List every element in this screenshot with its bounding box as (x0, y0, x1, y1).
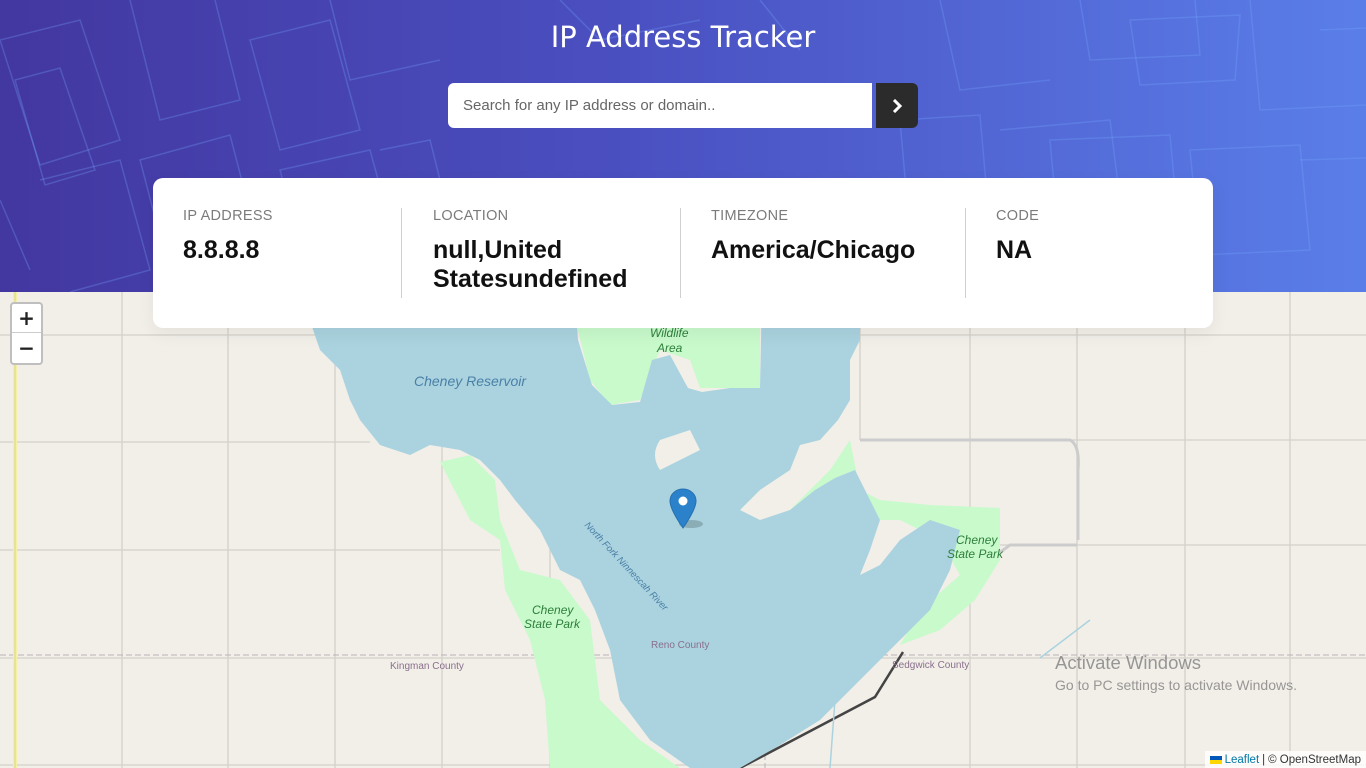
map-label-area: Area (657, 341, 683, 355)
location-label: LOCATION (433, 208, 509, 224)
zoom-in-button[interactable]: + (12, 304, 41, 333)
watermark-title: Activate Windows (1055, 652, 1201, 673)
timezone-value: America/Chicago (711, 236, 916, 264)
map-label-park-west-1: Cheney (532, 603, 574, 617)
map-pin-icon[interactable] (669, 488, 713, 532)
map-view[interactable]: Wildlife Area Cheney Reservoir North For… (0, 292, 1366, 768)
search-form (448, 83, 918, 128)
map-label-reservoir: Cheney Reservoir (414, 373, 527, 389)
timezone-label: TIMEZONE (711, 208, 789, 224)
osm-credit: © OpenStreetMap (1268, 753, 1361, 766)
code-section: CODE NA (996, 208, 1039, 265)
divider (680, 208, 681, 298)
ip-address-section: IP ADDRESS 8.8.8.8 (183, 208, 273, 265)
zoom-out-button[interactable]: − (12, 333, 41, 362)
map-label-kingman-county: Kingman County (390, 661, 464, 672)
attribution-separator: | (1262, 753, 1266, 766)
map-attribution: Leaflet | © OpenStreetMap (1204, 751, 1366, 768)
page-title: IP Address Tracker (550, 20, 816, 54)
location-value: null,United Statesundefined (433, 236, 627, 294)
code-label: CODE (996, 208, 1040, 224)
map-label-reno-county: Reno County (651, 640, 710, 651)
search-submit-button[interactable] (876, 83, 918, 128)
divider (401, 208, 402, 298)
activation-watermark: Activate Windows Go to PC settings to ac… (1055, 652, 1297, 693)
map-label-wildlife: Wildlife (650, 326, 689, 340)
zoom-control: + − (10, 302, 43, 365)
map-label-park-east-2: State Park (947, 547, 1004, 561)
code-value: NA (996, 236, 1033, 264)
location-value-line2: Statesundefined (433, 265, 628, 293)
ip-address-value: 8.8.8.8 (183, 236, 260, 264)
search-input[interactable] (448, 83, 872, 128)
location-value-line1: null,United (433, 236, 563, 264)
location-section: LOCATION null,United Statesundefined (433, 208, 627, 294)
ip-info-card: IP ADDRESS 8.8.8.8 LOCATION null,United … (153, 178, 1213, 328)
ip-address-label: IP ADDRESS (183, 208, 273, 224)
watermark-subtitle: Go to PC settings to activate Windows. (1055, 677, 1297, 693)
map-label-park-east-1: Cheney (956, 533, 998, 547)
leaflet-link[interactable]: Leaflet (1225, 754, 1260, 766)
ukraine-flag-icon (1209, 755, 1222, 764)
divider (965, 208, 966, 298)
chevron-right-icon (892, 98, 902, 113)
map-label-sedgwick-county: Sedgwick County (892, 660, 970, 671)
timezone-section: TIMEZONE America/Chicago (711, 208, 915, 265)
map-label-park-west-2: State Park (524, 617, 581, 631)
